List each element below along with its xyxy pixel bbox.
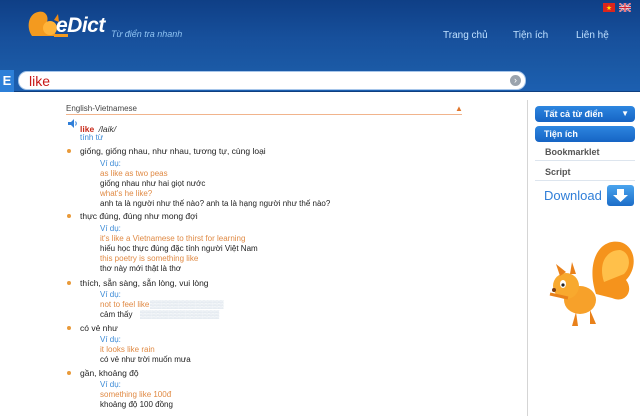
tooltip-overlay: ▒▒▒▒▒▒▒▒▒▒▒▒▒▒ [140, 310, 220, 319]
bullet [67, 214, 71, 218]
part-of-speech: tính từ [80, 133, 104, 142]
script-link[interactable]: Script [545, 167, 571, 177]
example-en: something like 100đ [100, 390, 172, 399]
speaker-icon[interactable] [68, 119, 78, 128]
example-vi: khoảng độ 100 đồng [100, 400, 173, 409]
divider-vertical [527, 100, 528, 416]
bookmarklet-link[interactable]: Bookmarklet [545, 147, 600, 157]
nav-utilities[interactable]: Tiện ích [513, 30, 548, 41]
example-label: Ví dụ: [100, 335, 121, 344]
example-en: it looks like rain [100, 345, 155, 354]
download-link[interactable]: Download [544, 188, 602, 203]
example-label: Ví dụ: [100, 159, 121, 168]
logo-text[interactable]: eDict [56, 14, 105, 38]
bullet [67, 371, 71, 375]
example-en: what's he like? [100, 189, 153, 198]
example-label: Ví dụ: [100, 380, 121, 389]
divider [535, 160, 635, 161]
utilities-button[interactable]: Tiện ích [535, 126, 635, 142]
dictionary-name: English-Vietnamese [66, 104, 138, 113]
squirrel-mascot-icon [549, 241, 634, 326]
vietnam-flag-icon[interactable] [603, 3, 615, 12]
all-dictionaries-button[interactable]: Tất cả từ điển ▼ [535, 106, 635, 122]
divider [535, 180, 635, 181]
search-input[interactable] [18, 71, 526, 90]
example-en: not to feel like [100, 300, 150, 309]
example-vi: hiếu học thực đúng đặc tính người Việt N… [100, 244, 258, 253]
nav-home[interactable]: Trang chủ [443, 30, 488, 41]
chevron-down-icon[interactable]: ▼ [621, 106, 629, 122]
meaning: thực đúng, đúng như mong đợi [80, 211, 198, 221]
slogan: Từ điển tra nhanh [111, 29, 183, 39]
example-vi: giống nhau như hai giọt nước [100, 179, 206, 188]
divider [66, 114, 462, 115]
example-vi: cảm thấy [100, 310, 133, 319]
meaning: giống, giống nhau, như nhau, tương tự, c… [80, 146, 266, 156]
header: eDict Từ điển tra nhanh Trang chủ Tiện í… [0, 0, 640, 70]
bullet [67, 326, 71, 330]
tooltip-overlay: ▒▒▒▒▒▒▒▒▒▒▒▒▒ [150, 300, 224, 309]
example-label: Ví dụ: [100, 290, 121, 299]
example-vi: anh ta là người như thế nào? anh ta là h… [100, 199, 331, 208]
uk-flag-icon[interactable] [619, 3, 631, 12]
download-arrow-icon[interactable] [607, 185, 634, 206]
meaning: có vẻ như [80, 323, 118, 333]
nav-contact[interactable]: Liên hệ [576, 30, 609, 41]
example-en: it's like a Vietnamese to thirst for lea… [100, 234, 246, 243]
example-label: Ví dụ: [100, 224, 121, 233]
meaning: thích, sẵn sàng, sẵn lòng, vui lòng [80, 278, 209, 288]
collapse-arrow-icon[interactable]: ▲ [455, 104, 463, 113]
example-vi: thơ này mới thật là thơ [100, 264, 182, 273]
bullet [67, 149, 71, 153]
all-dictionaries-label: Tất cả từ điển [544, 109, 604, 119]
example-vi: có vẻ như trời muốn mưa [100, 355, 191, 364]
example-en: this poetry is something like [100, 254, 199, 263]
clear-search-icon[interactable]: › [510, 75, 521, 86]
meaning: gần, khoảng độ [80, 368, 139, 378]
edict-badge[interactable]: E [0, 70, 14, 92]
bullet [67, 281, 71, 285]
example-en: as like as two peas [100, 169, 168, 178]
